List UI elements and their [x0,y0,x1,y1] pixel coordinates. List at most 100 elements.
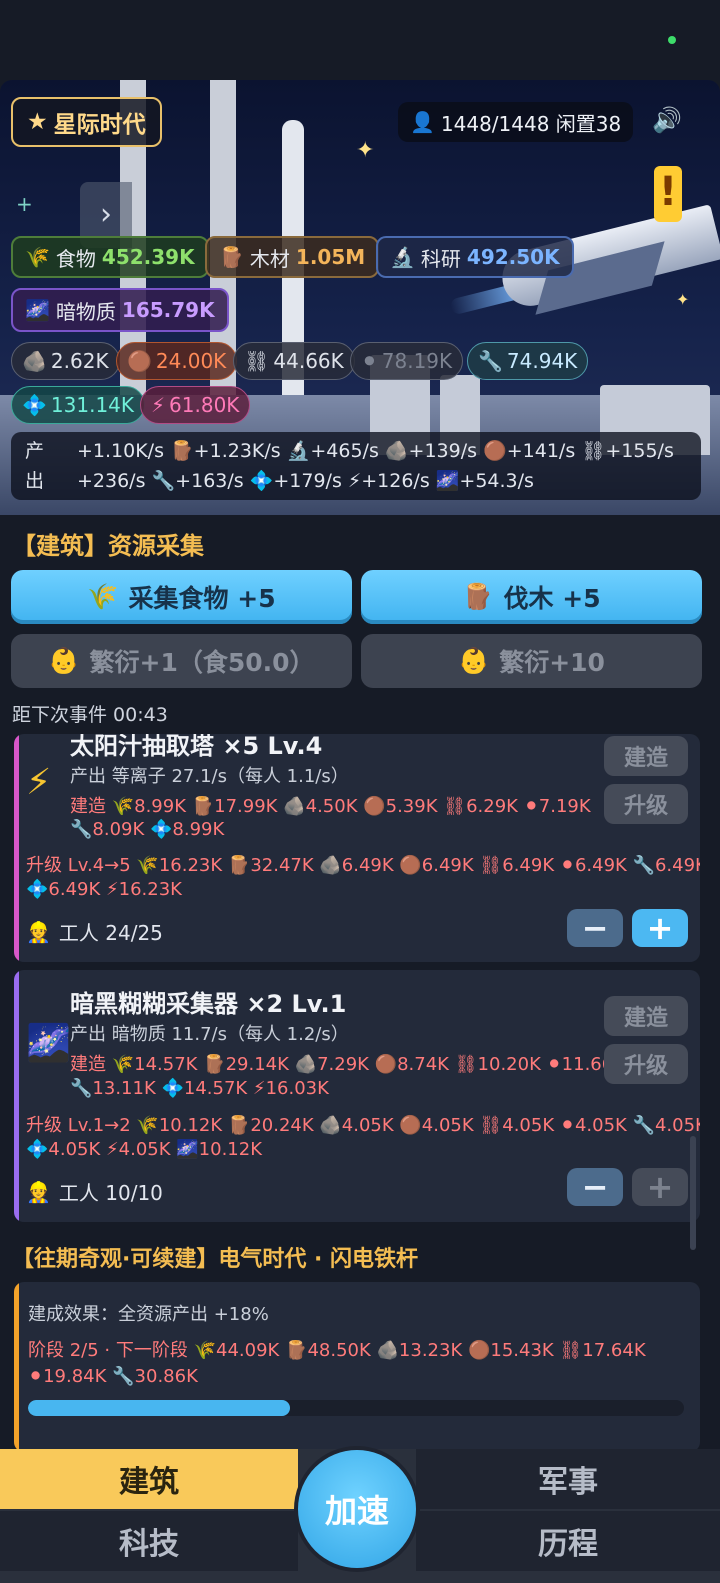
chain-icon: ⛓ [244,349,270,373]
speaker-icon[interactable]: 🔊 [652,106,682,134]
resource-value: 131.14K [50,393,135,417]
resource-energy: ⚡ 61.80K [140,386,251,424]
resource-value: 78.19K [381,349,453,373]
scrollbar[interactable] [690,1136,696,1250]
worker-icon: 👷 [26,1179,51,1204]
resource-research: 🔬 科研 492.50K [376,236,574,278]
production-label: 产出 [25,440,45,492]
building-card: 太阳汁抽取塔 ×5 Lv.4 ⚡ 产出 等离子 27.1/s（每人 1.1/s）… [14,734,700,962]
button-label: 伐木 +5 [503,584,601,613]
wonder-card: 建成效果：全资源产出 +18% 阶段 2/5 · 下一阶段 🌾44.09K 🪵4… [14,1282,700,1452]
resource-value: 165.79K [121,298,215,322]
resource-name: 科研 [420,246,461,271]
lightning-icon: ⚡ [151,393,166,417]
resource-value: 1.05M [295,245,366,269]
worker-minus-button[interactable]: − [567,909,623,947]
resource-value: 2.62K [50,349,109,373]
building-title: 太阳汁抽取塔 ×5 Lv.4 [70,734,323,760]
era-label: 星际时代 [53,112,146,138]
resource-name: 食物 [55,246,96,271]
population-text: 1448/1448 闲置38 [440,111,622,136]
upgrade-button[interactable]: 升级 [604,784,688,824]
nav-tab-military[interactable]: 军事 [416,1449,720,1509]
upgrade-cost: 升级 Lv.1→2 🌾10.12K 🪵20.24K 🪨4.05K 🟤4.05K … [26,1115,700,1136]
upgrade-cost: 升级 Lv.4→5 🌾16.23K 🪵32.47K 🪨6.49K 🟤6.49K … [26,855,700,876]
card-accent [14,734,19,962]
wonder-stage-cost: 阶段 2/5 · 下一阶段 🌾44.09K 🪵48.50K 🪨13.23K 🟤1… [28,1340,646,1361]
hero-banner: ✦ ✦ ★ 星际时代 👤 1448/1448 闲置38 🔊 ! › + 🌾 食物… [0,80,720,515]
rock-icon: 🪨 [22,349,47,373]
resource-name: 暗物质 [55,299,116,324]
breed-10-button[interactable]: 👶 繁衍+10 [361,634,702,688]
population-display: 👤 1448/1448 闲置38 [398,102,634,142]
galaxy-icon: 🌌 [25,298,50,322]
build-cost: 🔧8.09K 💠8.99K [70,819,225,840]
resource-dark-matter: 🌌 暗物质 165.79K [11,288,229,332]
worker-minus-button[interactable]: − [567,1168,623,1206]
crystal-icon: 💠 [22,393,47,417]
button-label: 繁衍+1（食50.0） [89,648,315,677]
lightning-icon: ⚡ [26,762,52,803]
building-output: 产出 等离子 27.1/s（每人 1.1/s） [70,766,349,787]
resource-coal: ⚫ 78.19K [350,342,464,380]
galaxy-icon: 🌌 [26,1023,71,1064]
worker-plus-button[interactable]: + [632,1168,688,1206]
gather-food-button[interactable]: 🌾 采集食物 +5 [11,570,352,624]
resource-stone: 🪨 2.62K [11,342,120,380]
worker-plus-button[interactable]: + [632,909,688,947]
building-title: 暗黑糊糊采集器 ×2 Lv.1 [70,990,347,1018]
resource-value: 61.80K [169,393,240,417]
star-icon: ✦ [356,138,375,163]
copper-icon: 🟤 [127,349,152,373]
resource-crystal: 💠 131.14K [11,386,146,424]
coal-icon: ⚫ [361,349,378,373]
star-icon: ✦ [676,290,690,309]
baby-icon: 👶 [458,646,490,675]
upgrade-cost: 💠4.05K ⚡4.05K 🌌10.12K [26,1139,263,1160]
status-bar [0,0,720,80]
log-icon: 🪵 [462,582,494,611]
nav-tab-build[interactable]: 建筑 [0,1449,298,1509]
wheat-icon: 🌾 [25,245,50,269]
button-label: 繁衍+10 [499,648,605,677]
production-row: +236/s 🔧+163/s 💠+179/s ⚡+126/s 🌌+54.3/s [77,470,534,492]
building-card: 暗黑糊糊采集器 ×2 Lv.1 🌌 产出 暗物质 11.7/s（每人 1.2/s… [14,970,700,1222]
build-button[interactable]: 建造 [604,996,688,1036]
wonder-stage-cost: ⚫19.84K 🔧30.86K [28,1366,198,1387]
card-accent [14,970,19,1222]
baby-icon: 👶 [48,646,80,675]
wonder-progress-fill [28,1400,291,1416]
resource-value: 492.50K [466,245,560,269]
status-dot [668,36,676,44]
breed-1-button[interactable]: 👶 繁衍+1（食50.0） [11,634,352,688]
section-title: 【建筑】资源采集 [12,532,204,560]
card-accent [14,1282,19,1452]
build-button[interactable]: 建造 [604,736,688,776]
upgrade-cost: 💠6.49K ⚡16.23K [26,879,182,900]
nav-tab-tech[interactable]: 科技 [0,1511,298,1571]
resource-value: 24.00K [155,349,227,373]
resource-food: 🌾 食物 452.39K [11,236,209,278]
resource-iron: ⛓ 44.66K [233,342,355,380]
log-icon: 🪵 [219,245,244,269]
microscope-icon: 🔬 [390,245,415,269]
worker-text: 工人 24/25 [58,921,163,945]
event-countdown: 距下次事件 00:43 [12,704,168,726]
sparkle-icon: + [16,192,33,216]
star-icon: ★ [27,109,48,135]
alert-icon[interactable]: ! [654,166,682,222]
nav-tab-history[interactable]: 历程 [416,1511,720,1571]
era-badge[interactable]: ★ 星际时代 [11,97,162,147]
wrench-icon: 🔧 [478,349,503,373]
worker-icon: 👷 [26,919,51,944]
upgrade-button[interactable]: 升级 [604,1044,688,1084]
production-row: +1.10K/s 🪵+1.23K/s 🔬+465/s 🪨+139/s 🟤+141… [77,440,674,462]
resource-value: 74.94K [506,349,578,373]
chop-wood-button[interactable]: 🪵 伐木 +5 [361,570,702,624]
build-cost: 🔧13.11K 💠14.57K ⚡16.03K [70,1078,329,1099]
speed-up-button[interactable]: 加速 [298,1450,416,1568]
wonder-progress-bar [28,1400,684,1416]
worker-text: 工人 10/10 [58,1181,163,1205]
resource-name: 木材 [249,246,290,271]
resource-wood: 🪵 木材 1.05M [205,236,380,278]
